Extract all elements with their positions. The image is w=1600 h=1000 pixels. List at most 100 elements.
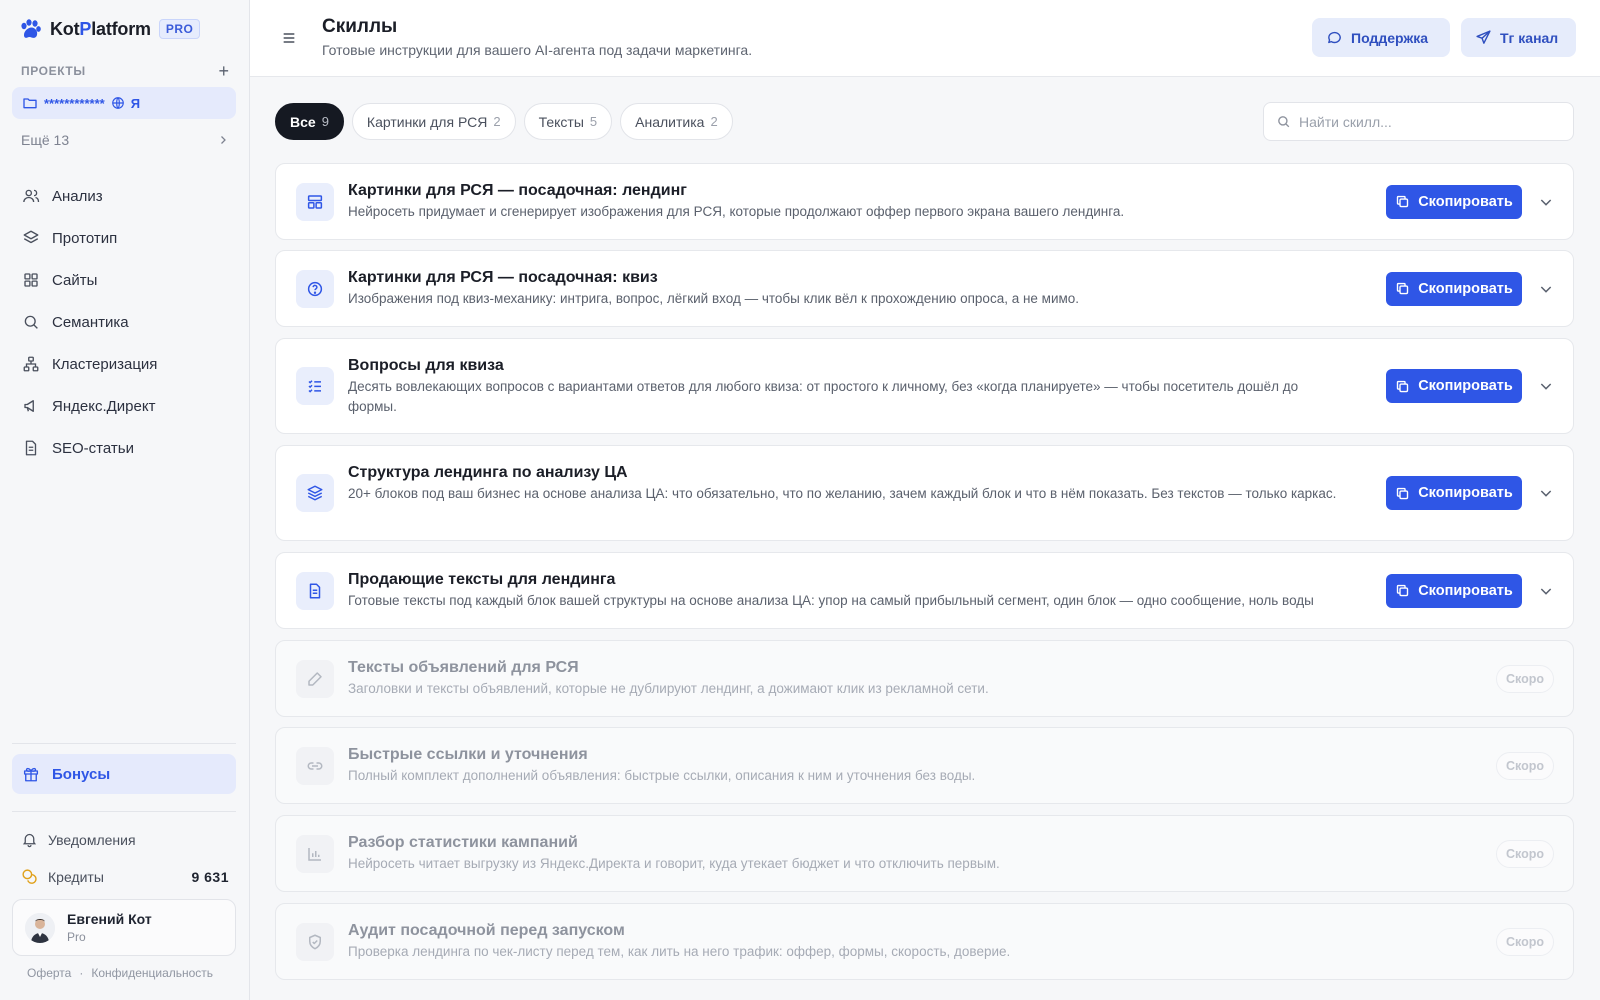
folder-icon (23, 98, 37, 109)
soon-badge: Скоро (1496, 664, 1554, 693)
divider (12, 811, 236, 812)
nav-item-analysis[interactable]: Анализ (12, 175, 236, 217)
project-suffix: Я (130, 95, 141, 111)
filter-chip-rsya-images[interactable]: Картинки для РСЯ 2 (351, 103, 516, 140)
support-label: Поддержка (1351, 29, 1429, 46)
nav-item-semantics[interactable]: Семантика (12, 301, 236, 343)
copy-label: Скопировать (1418, 193, 1513, 210)
copy-button[interactable]: Скопировать (1386, 271, 1522, 306)
credits-label: Кредиты (48, 868, 104, 885)
user-info: Евгений Кот Pro (67, 911, 152, 944)
skill-card-soon: Аудит посадочной перед запуском Проверка… (275, 903, 1574, 980)
nav-label: Кластеризация (52, 355, 158, 373)
copy-button[interactable]: Скопировать (1386, 476, 1522, 510)
megaphone-icon (24, 400, 34, 412)
page-subtitle: Готовые инструкции для вашего AI-агента … (322, 42, 753, 58)
soon-badge: Скоро (1496, 751, 1554, 780)
bonuses-button[interactable]: Бонусы (12, 754, 236, 794)
main-nav: Анализ Прототип Сайты Семантика Кластери… (12, 175, 236, 469)
chevron-down-icon[interactable] (1538, 583, 1554, 599)
soon-badge: Скоро (1496, 927, 1554, 956)
skill-description: Полный комплект дополнений объявления: б… (348, 768, 976, 783)
chevron-down-icon[interactable] (1538, 485, 1554, 501)
skill-description: 20+ блоков под ваш бизнес на основе анал… (348, 486, 1337, 501)
nav-item-prototype[interactable]: Прототип (12, 217, 236, 259)
privacy-link[interactable]: Конфиденциальность (91, 966, 213, 980)
filter-chips: Все 9 Картинки для РСЯ 2 Тексты 5 Аналит… (275, 103, 733, 140)
nav-label: Прототип (52, 229, 118, 247)
skill-card-soon: Тексты объявлений для РСЯ Заголовки и те… (275, 640, 1574, 717)
skill-card-soon: Разбор статистики кампаний Нейросеть чит… (275, 815, 1574, 892)
copy-button[interactable]: Скопировать (1386, 184, 1522, 219)
search-input[interactable] (1299, 113, 1559, 130)
notifications-button[interactable]: Уведомления (21, 831, 229, 848)
layers-icon (296, 474, 334, 512)
projects-header: ПРОЕКТЫ + (21, 62, 229, 80)
offer-link[interactable]: Оферта (27, 966, 71, 980)
skill-description: Проверка лендинга по чек-листу перед тем… (348, 944, 1011, 959)
chevron-down-icon[interactable] (1538, 378, 1554, 394)
telegram-label: Tг канал (1500, 29, 1559, 46)
gift-icon (23, 767, 39, 782)
chip-count: 2 (493, 114, 501, 129)
nav-label: Анализ (52, 187, 103, 205)
copy-icon (1397, 487, 1409, 499)
copy-button[interactable]: Скопировать (1386, 573, 1522, 608)
skill-title: Структура лендинга по анализу ЦА (348, 464, 628, 481)
telegram-button[interactable]: Tг канал (1461, 18, 1576, 57)
project-item-active[interactable]: ************ Я (12, 87, 236, 119)
nav-item-clustering[interactable]: Кластеризация (12, 343, 236, 385)
chat-bubble-icon (1328, 31, 1341, 44)
project-name: ************ (44, 95, 105, 111)
skill-title: Быстрые ссылки и уточнения (348, 746, 588, 763)
skill-description: Заголовки и тексты объявлений, которые н… (348, 681, 989, 696)
link-icon (296, 746, 334, 785)
credits-row[interactable]: Кредиты 9 631 (21, 868, 229, 885)
add-project-button[interactable]: + (218, 62, 229, 80)
soon-badge: Скоро (1496, 839, 1554, 868)
copy-icon (1397, 282, 1409, 295)
nav-label: SEO-статьи (52, 439, 134, 457)
checklist-icon (296, 367, 334, 405)
send-icon (1476, 30, 1491, 44)
skill-title: Аудит посадочной перед запуском (348, 922, 625, 939)
chip-count: 2 (710, 114, 718, 129)
brand[interactable]: KotPlatform PRO (18, 17, 201, 41)
menu-icon[interactable] (281, 30, 297, 46)
skill-title: Вопросы для квиза (348, 357, 504, 374)
skill-title: Картинки для РСЯ — посадочная: квиз (348, 269, 658, 286)
page-title: Скиллы (322, 16, 398, 37)
nav-item-direct[interactable]: Яндекс.Директ (12, 385, 236, 427)
skill-description: Нейросеть придумает и сгенерирует изобра… (348, 204, 1125, 219)
copy-icon (1397, 584, 1409, 597)
legal-links: Оферта · Конфиденциальность (27, 966, 213, 980)
avatar (25, 912, 55, 943)
nav-item-seo[interactable]: SEO-статьи (12, 427, 236, 469)
bonuses-label: Бонусы (52, 765, 111, 783)
brand-name: KotPlatform (50, 18, 151, 39)
filter-chip-analytics[interactable]: Аналитика 2 (620, 103, 733, 140)
layout-icon (296, 182, 334, 221)
user-card[interactable]: Евгений Кот Pro (12, 899, 236, 956)
copy-icon (1397, 380, 1409, 392)
document-icon (25, 440, 37, 456)
skill-description: Нейросеть читает выгрузку из Яндекс.Дире… (348, 856, 1000, 871)
paw-logo-icon (21, 19, 41, 38)
notifications-label: Уведомления (48, 831, 136, 848)
nav-label: Яндекс.Директ (52, 397, 156, 415)
grid-icon (24, 273, 38, 287)
chevron-down-icon[interactable] (1538, 194, 1554, 210)
chevron-down-icon[interactable] (1538, 281, 1554, 297)
skill-card: Структура лендинга по анализу ЦА 20+ бло… (275, 445, 1574, 541)
nav-item-sites[interactable]: Сайты (12, 259, 236, 301)
filter-chip-texts[interactable]: Тексты 5 (523, 103, 613, 140)
filter-chip-all[interactable]: Все 9 (275, 103, 344, 140)
chip-label: Картинки для РСЯ (366, 113, 488, 130)
more-projects[interactable]: Ещё 13 (21, 132, 229, 148)
support-button[interactable]: Поддержка (1312, 18, 1450, 57)
users-icon (23, 189, 40, 203)
credits-value: 9 631 (191, 868, 229, 885)
copy-button[interactable]: Скопировать (1386, 369, 1522, 403)
skill-card: Продающие тексты для лендинга Готовые те… (275, 552, 1574, 629)
skill-card: Картинки для РСЯ — посадочная: лендинг Н… (275, 163, 1574, 240)
